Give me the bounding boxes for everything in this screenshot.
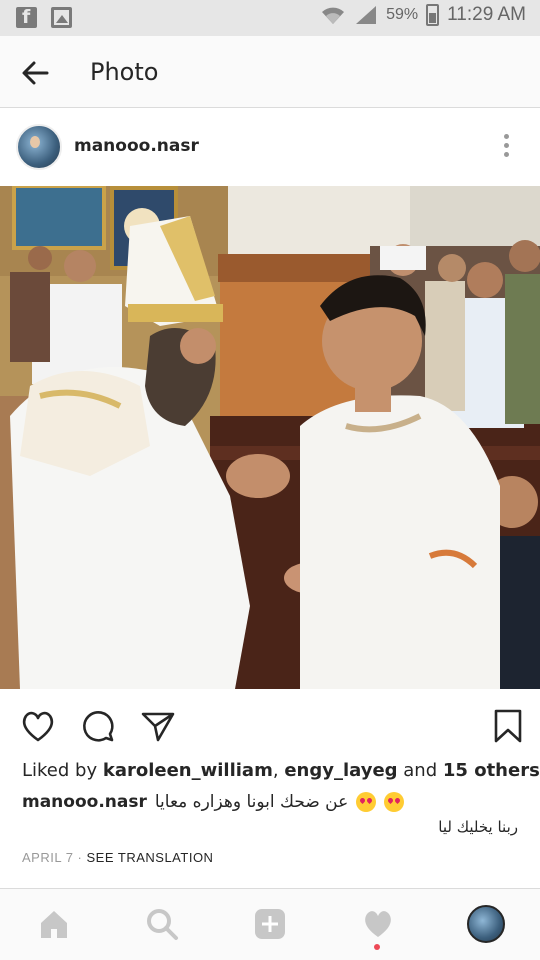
clock: 11:29 AM xyxy=(447,4,526,25)
post-photo[interactable] xyxy=(0,186,540,689)
page-title: Photo xyxy=(90,58,159,86)
wifi-icon xyxy=(322,7,345,24)
likes-prefix: Liked by xyxy=(22,760,98,781)
battery-percent: 59% xyxy=(386,6,419,23)
heart-eyes-emoji-icon xyxy=(384,792,405,812)
caption-text: عن ضحك ابونا وهزاره معايا xyxy=(154,792,349,812)
caption-username[interactable]: manooo.nasr xyxy=(22,792,147,812)
signal-icon xyxy=(356,6,377,24)
comment-text: ربنا يخليك ليا xyxy=(438,818,518,836)
comment-icon[interactable] xyxy=(80,708,116,744)
likes-separator: , xyxy=(272,760,279,781)
liker-link[interactable]: karoleen_william xyxy=(103,760,273,781)
activity-icon[interactable] xyxy=(361,907,395,941)
bottom-navigation xyxy=(0,888,540,960)
heart-icon[interactable] xyxy=(20,708,56,744)
avatar[interactable] xyxy=(16,124,62,170)
back-arrow-icon[interactable] xyxy=(20,58,50,88)
likes-others-link[interactable]: 15 others xyxy=(443,760,540,781)
search-icon[interactable] xyxy=(145,907,179,941)
liker-link[interactable]: engy_layeg xyxy=(284,760,397,781)
more-options-icon[interactable] xyxy=(502,134,510,160)
share-icon[interactable] xyxy=(140,708,176,744)
status-bar: 59% 11:29 AM xyxy=(0,0,540,36)
profile-avatar[interactable] xyxy=(467,905,505,943)
facebook-icon xyxy=(16,6,37,28)
post-meta: APRIL 7 · SEE TRANSLATION xyxy=(22,850,214,865)
add-icon[interactable] xyxy=(253,907,287,941)
heart-eyes-emoji-icon xyxy=(356,792,377,812)
likes-and: and xyxy=(403,760,438,781)
post-caption: manooo.nasr عن ضحك ابونا وهزاره معايا xyxy=(22,792,405,812)
post-username[interactable]: manooo.nasr xyxy=(74,136,199,156)
bookmark-icon[interactable] xyxy=(490,708,526,744)
likes-summary: Liked by karoleen_william, engy_layeg an… xyxy=(22,760,540,781)
gallery-icon xyxy=(51,7,72,28)
post-date: APRIL 7 xyxy=(22,850,74,865)
post-actions xyxy=(0,700,540,750)
see-translation-link[interactable]: SEE TRANSLATION xyxy=(87,850,214,865)
notification-dot xyxy=(374,944,380,950)
photo-illustration xyxy=(0,186,540,689)
post-header: manooo.nasr xyxy=(0,110,540,186)
app-header: Photo xyxy=(0,36,540,108)
battery-icon xyxy=(426,4,440,26)
home-icon[interactable] xyxy=(37,907,71,941)
